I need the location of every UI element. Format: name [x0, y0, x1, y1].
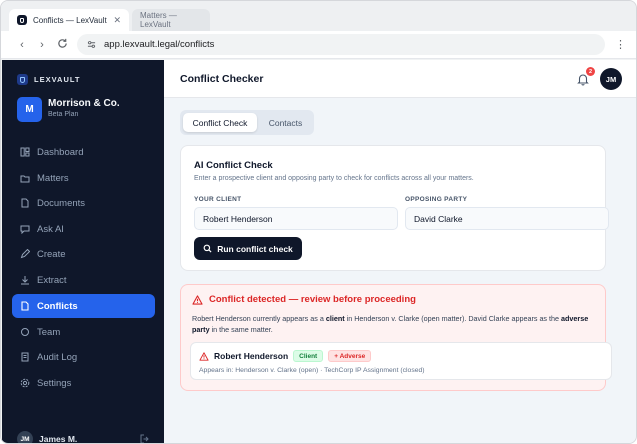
match-appears-in: Appears in: Henderson v. Clarke (open) ·… — [199, 367, 425, 374]
alert-body: Robert Henderson currently appears as a … — [192, 313, 596, 335]
logout-icon[interactable] — [140, 434, 150, 444]
opposing-party-field[interactable]: David Clarke — [405, 207, 609, 230]
card-title: AI Conflict Check — [194, 160, 273, 171]
sidebar-item-label: Extract — [37, 274, 67, 286]
alert-text: Robert Henderson currently appears as a — [192, 314, 326, 323]
org-avatar[interactable]: M — [17, 97, 42, 122]
sidebar-item-extract[interactable]: Extract — [12, 268, 155, 292]
documents-icon — [20, 198, 30, 208]
create-icon — [20, 249, 30, 259]
reload-icon[interactable] — [55, 38, 69, 52]
app: LEXVAULT M Morrison & Co. Beta Plan Dash… — [2, 60, 636, 444]
tab-contacts[interactable]: Contacts — [260, 113, 311, 132]
org-name[interactable]: Morrison & Co. — [48, 98, 120, 109]
search-icon — [203, 244, 212, 253]
sidebar-item-create[interactable]: Create — [12, 242, 155, 266]
sidebar-item-label: Documents — [37, 197, 86, 209]
sidebar-item-conflicts[interactable]: Conflicts — [12, 294, 155, 318]
sidebar-item-dashboard[interactable]: Dashboard — [12, 140, 155, 164]
match-header: Robert Henderson Client + Adverse — [199, 350, 372, 362]
sidebar-item-label: Create — [37, 248, 66, 260]
match-card[interactable]: Robert Henderson Client + Adverse Appear… — [190, 342, 612, 380]
site-settings-icon[interactable] — [87, 40, 96, 49]
sidebar-item-settings[interactable]: Settings — [12, 371, 155, 395]
browser-tab-conflicts[interactable]: Conflicts — LexVault ✕ — [9, 9, 129, 31]
settings-icon — [20, 378, 30, 388]
sidebar-user[interactable]: JM James M. — [17, 431, 78, 444]
avatar[interactable]: JM — [600, 68, 622, 90]
browser-tab-title: Matters — LexVault — [140, 11, 177, 29]
sidebar-item-label: Settings — [37, 377, 72, 389]
conflict-alert: Conflict detected — review before procee… — [180, 284, 612, 391]
notification-badge: 2 — [586, 67, 595, 76]
page-title: Conflict Checker — [180, 73, 264, 85]
tab-conflict-check[interactable]: Conflict Check — [183, 113, 257, 132]
brand: LEXVAULT — [17, 74, 80, 85]
conflicts-icon — [20, 301, 30, 311]
sidebar-item-audit-log[interactable]: Audit Log — [12, 345, 155, 369]
client-badge: Client — [293, 350, 324, 362]
browser-toolbar: ‹ › app.lexvault.legal/conflicts ⋮ — [1, 31, 636, 59]
sidebar-item-ask-ai[interactable]: Ask AI — [12, 217, 155, 241]
sidebar-item-documents[interactable]: Documents — [12, 191, 155, 215]
dashboard-icon — [20, 147, 30, 157]
sidebar-item-team[interactable]: Team — [12, 320, 155, 344]
browser-tab-title: Conflicts — LexVault — [33, 15, 107, 25]
client-field[interactable]: Robert Henderson — [194, 207, 398, 230]
sidebar-item-label: Matters — [37, 172, 69, 184]
lexvault-favicon-icon — [17, 15, 27, 25]
client-label: YOUR CLIENT — [194, 196, 242, 203]
sidebar: LEXVAULT M Morrison & Co. Beta Plan Dash… — [2, 60, 164, 444]
brand-name: LEXVAULT — [34, 75, 81, 84]
card-subtitle: Enter a prospective client and opposing … — [194, 175, 474, 182]
match-name: Robert Henderson — [214, 351, 289, 361]
browser-tab-matters[interactable]: Matters — LexVault — [132, 9, 210, 31]
sidebar-item-label: Team — [37, 326, 61, 338]
ask-ai-icon — [20, 224, 30, 234]
warning-icon — [199, 351, 209, 361]
alert-heading: Conflict detected — review before procee… — [192, 294, 416, 305]
team-icon — [20, 327, 30, 337]
alert-text: in the same matter. — [209, 325, 273, 334]
org-plan: Beta Plan — [48, 111, 79, 118]
matters-icon — [20, 173, 30, 183]
sidebar-item-label: Audit Log — [37, 351, 78, 363]
sidebar-item-label: Conflicts — [37, 300, 78, 312]
alert-client-role: client — [325, 314, 345, 323]
audit-log-icon — [20, 352, 30, 362]
sidebar-item-label: Ask AI — [37, 223, 64, 235]
back-icon[interactable]: ‹ — [15, 38, 29, 52]
sidebar-item-label: Dashboard — [37, 146, 84, 158]
user-name: James M. — [39, 434, 78, 444]
shield-logo-icon — [17, 74, 28, 85]
adverse-badge: + Adverse — [328, 350, 372, 362]
browser-tabstrip: Conflicts — LexVault ✕ Matters — LexVaul… — [1, 1, 636, 31]
extract-icon — [20, 275, 30, 285]
conflict-check-card: AI Conflict Check Enter a prospective cl… — [180, 145, 609, 271]
close-tab-icon[interactable]: ✕ — [113, 15, 121, 26]
tab-switcher: Conflict Check Contacts — [180, 110, 314, 135]
sidebar-item-matters[interactable]: Matters — [12, 166, 155, 190]
browser-menu-icon[interactable]: ⋮ — [615, 38, 626, 52]
alert-title: Conflict detected — review before procee… — [209, 294, 416, 305]
opposing-party-label: OPPOSING PARTY — [405, 196, 468, 203]
warning-icon — [192, 294, 203, 305]
avatar: JM — [17, 431, 33, 443]
run-button-label: Run conflict check — [217, 243, 293, 254]
address-bar[interactable]: app.lexvault.legal/conflicts — [77, 34, 605, 55]
topbar: Conflict Checker 2 JM — [164, 60, 636, 98]
forward-icon[interactable]: › — [35, 38, 49, 52]
alert-text: in Henderson v. Clarke (open matter). Da… — [344, 314, 562, 323]
browser-window: Conflicts — LexVault ✕ Matters — LexVaul… — [0, 0, 637, 444]
url-text: app.lexvault.legal/conflicts — [104, 39, 215, 50]
run-conflict-check-button[interactable]: Run conflict check — [194, 237, 302, 260]
main-content: Conflict Checker 2 JM Conflict Check Con… — [164, 60, 636, 443]
